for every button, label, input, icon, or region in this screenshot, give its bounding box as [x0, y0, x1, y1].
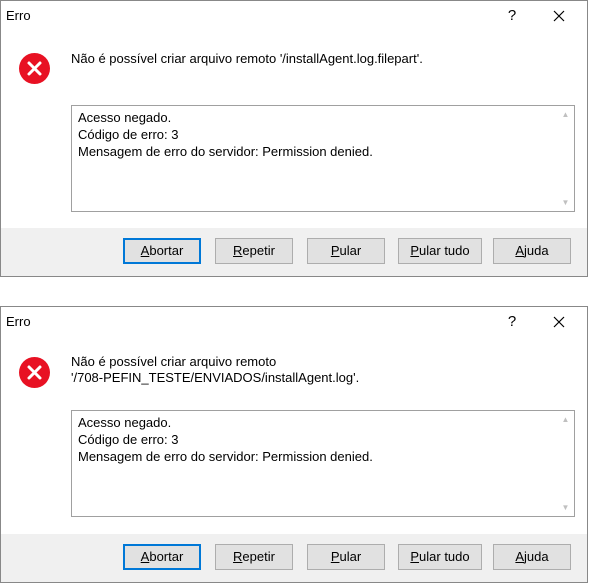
message-line: Não é possível criar arquivo remoto '/in…: [71, 51, 423, 66]
detail-line: Código de erro: 3: [78, 127, 179, 142]
chevron-down-icon[interactable]: ▼: [557, 194, 574, 211]
skip-all-button[interactable]: Pular tudo: [398, 238, 482, 264]
retry-button[interactable]: Repetir: [215, 544, 293, 570]
message-line: '/708-PEFIN_TESTE/ENVIADOS/installAgent.…: [71, 370, 360, 385]
close-button[interactable]: [539, 309, 579, 335]
chevron-up-icon[interactable]: ▲: [557, 411, 574, 428]
detail-line: Mensagem de erro do servidor: Permission…: [78, 449, 373, 464]
title-bar[interactable]: Erro ?: [1, 307, 587, 337]
skip-button[interactable]: Pular: [307, 544, 385, 570]
error-dialog: Erro ? Não é possível criar arquivo remo…: [0, 0, 588, 277]
error-icon: [19, 53, 50, 84]
detail-line: Acesso negado.: [78, 415, 172, 430]
abort-button[interactable]: Abortar: [123, 238, 201, 264]
error-message: Não é possível criar arquivo remoto '/70…: [71, 354, 551, 386]
detail-line: Acesso negado.: [78, 110, 172, 125]
retry-button[interactable]: Repetir: [215, 238, 293, 264]
message-line: Não é possível criar arquivo remoto: [71, 354, 277, 369]
dialog-title: Erro: [6, 8, 31, 23]
dialog-title: Erro: [6, 314, 31, 329]
help-button[interactable]: ?: [497, 309, 527, 335]
vertical-scrollbar[interactable]: ▲ ▼: [557, 106, 574, 211]
help-action-button[interactable]: Ajuda: [493, 544, 571, 570]
title-bar[interactable]: Erro ?: [1, 1, 587, 31]
help-action-button[interactable]: Ajuda: [493, 238, 571, 264]
detail-line: Código de erro: 3: [78, 432, 179, 447]
close-icon: [553, 316, 565, 328]
button-bar: Abortar Repetir Pular Pular tudo Ajuda: [1, 534, 587, 582]
error-message: Não é possível criar arquivo remoto '/in…: [71, 51, 551, 67]
help-button[interactable]: ?: [497, 3, 527, 29]
vertical-scrollbar[interactable]: ▲ ▼: [557, 411, 574, 516]
button-bar: Abortar Repetir Pular Pular tudo Ajuda: [1, 228, 587, 276]
details-textbox[interactable]: Acesso negado. Código de erro: 3 Mensage…: [71, 410, 575, 517]
detail-line: Mensagem de erro do servidor: Permission…: [78, 144, 373, 159]
chevron-up-icon[interactable]: ▲: [557, 106, 574, 123]
details-textbox[interactable]: Acesso negado. Código de erro: 3 Mensage…: [71, 105, 575, 212]
error-dialog: Erro ? Não é possível criar arquivo remo…: [0, 306, 588, 583]
chevron-down-icon[interactable]: ▼: [557, 499, 574, 516]
close-icon: [553, 10, 565, 22]
skip-all-button[interactable]: Pular tudo: [398, 544, 482, 570]
skip-button[interactable]: Pular: [307, 238, 385, 264]
abort-button[interactable]: Abortar: [123, 544, 201, 570]
error-icon: [19, 357, 50, 388]
close-button[interactable]: [539, 3, 579, 29]
